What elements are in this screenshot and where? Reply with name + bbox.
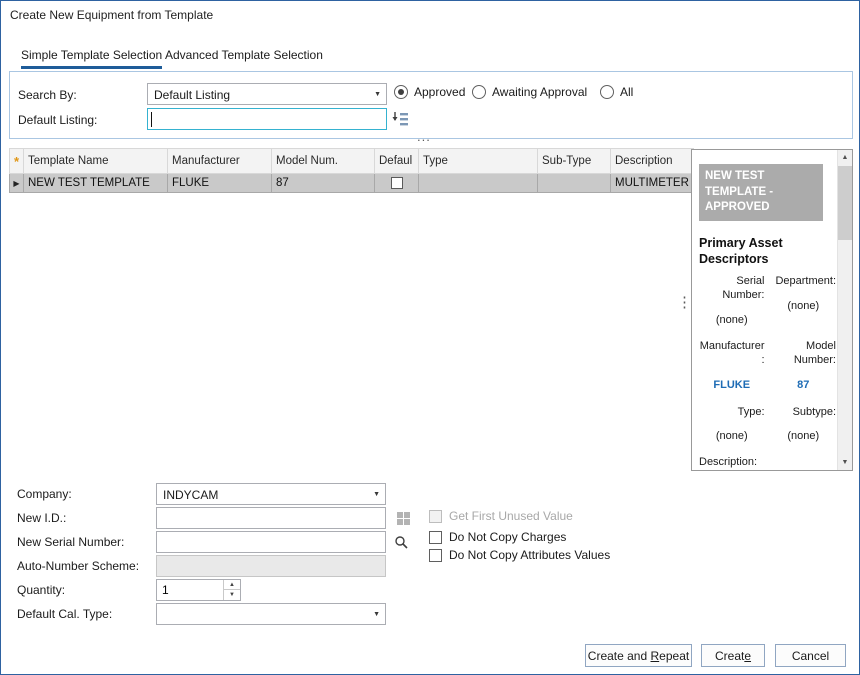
quantity-input[interactable] [157,580,221,600]
detail-field-type: Type: (none) [699,406,765,445]
detail-field-manufacturer: Manufacturer: FLUKE [699,340,765,392]
detail-content: NEW TEST TEMPLATE - APPROVED Primary Ass… [692,150,839,470]
detail-scrollbar[interactable]: ▲ ▼ [837,150,852,470]
auto-number-scheme-input [156,555,386,577]
template-detail-panel: NEW TEST TEMPLATE - APPROVED Primary Ass… [691,149,853,471]
magnifier-glyph [394,535,409,550]
scroll-up-icon[interactable]: ▲ [838,150,852,165]
radio-icon [394,85,408,99]
col-sub-type[interactable]: Sub-Type [538,149,611,174]
radio-all[interactable]: All [600,85,633,99]
company-value: INDYCAM [163,488,218,502]
id-scheme-grid-icon[interactable] [393,508,413,528]
grid-row-selected[interactable]: ▶ NEW TEST TEMPLATE FLUKE 87 MULTIMETER [10,174,694,193]
checkbox-icon [429,531,442,544]
default-cal-type-dropdown[interactable]: ▼ [156,603,386,625]
cell-description[interactable]: MULTIMETER [611,174,694,193]
chevron-down-icon: ▼ [373,491,380,498]
radio-approved[interactable]: Approved [394,85,465,99]
search-panel: Search By: Default Listing ▼ Approved Aw… [9,71,853,139]
col-model-num[interactable]: Model Num. [272,149,375,174]
default-cal-type-label: Default Cal. Type: [17,607,112,621]
primary-asset-descriptors-title: Primary Asset Descriptors [699,235,836,268]
checkbox-do-not-copy-charges[interactable]: Do Not Copy Charges [429,530,566,544]
radio-awaiting-approval[interactable]: Awaiting Approval [472,85,587,99]
new-serial-number-label: New Serial Number: [17,535,124,549]
cell-template-name[interactable]: NEW TEST TEMPLATE [24,174,168,193]
vertical-splitter[interactable]: ⋮ [677,295,692,310]
search-by-dropdown[interactable]: Default Listing ▼ [147,83,387,105]
grid-header-row: * Template Name Manufacturer Model Num. … [10,149,694,174]
checkbox-icon [429,549,442,562]
titlebar[interactable]: Create New Equipment from Template [1,1,859,29]
magnifier-icon[interactable] [391,532,411,552]
cell-sub-type[interactable] [538,174,611,193]
horizontal-splitter[interactable]: ... [417,129,431,144]
create-equipment-dialog: Create New Equipment from Template Simpl… [0,0,860,675]
radio-icon [600,85,614,99]
col-type[interactable]: Type [419,149,538,174]
default-checkbox[interactable] [391,177,403,189]
scroll-down-icon[interactable]: ▼ [838,455,852,470]
radio-approved-label: Approved [414,85,465,99]
spin-buttons: ▲ ▼ [223,580,240,600]
detail-field-description: Description: MULTIMETER [699,456,836,470]
checkbox-get-first-unused-value: Get First Unused Value [429,509,573,523]
descriptor-fields: Serial Number: (none) Department: (none)… [699,275,836,444]
company-dropdown[interactable]: INDYCAM ▼ [156,483,386,505]
auto-number-scheme-label: Auto-Number Scheme: [17,559,139,573]
checkbox-do-not-copy-attributes[interactable]: Do Not Copy Attributes Values [429,548,610,562]
new-id-label: New I.D.: [17,511,66,525]
search-by-value: Default Listing [154,88,230,102]
detail-field-model-number: Model Number: 87 [771,340,837,392]
row-marker-icon: ▶ [10,174,24,193]
col-default[interactable]: Defaul [375,149,419,174]
chevron-down-icon: ▼ [373,611,380,618]
detail-field-subtype: Subtype: (none) [771,406,837,445]
cell-manufacturer[interactable]: FLUKE [168,174,272,193]
listing-picker-icon[interactable] [391,109,411,129]
quantity-label: Quantity: [17,583,65,597]
cancel-button[interactable]: Cancel [775,644,846,667]
col-manufacturer[interactable]: Manufacturer [168,149,272,174]
search-by-label: Search By: [18,88,77,102]
detail-field-serial-number: Serial Number: (none) [699,275,765,327]
default-listing-label: Default Listing: [18,113,97,127]
create-and-repeat-button[interactable]: Create and Repeat [585,644,692,667]
new-row-indicator-icon: * [10,149,24,174]
window-title: Create New Equipment from Template [10,8,213,22]
radio-awaiting-approval-label: Awaiting Approval [492,85,587,99]
radio-all-label: All [620,85,633,99]
radio-icon [472,85,486,99]
checkbox-icon [429,510,442,523]
tab-advanced-template-selection[interactable]: Advanced Template Selection [165,48,323,69]
template-status-header: NEW TEST TEMPLATE - APPROVED [699,164,823,221]
default-listing-input[interactable] [147,108,387,130]
template-grid: * Template Name Manufacturer Model Num. … [9,148,694,193]
create-button[interactable]: Create [701,644,765,667]
chevron-down-icon: ▼ [374,91,381,98]
cell-type[interactable] [419,174,538,193]
detail-field-department: Department: (none) [771,275,837,327]
tab-simple-template-selection[interactable]: Simple Template Selection [21,48,162,69]
col-template-name[interactable]: Template Name [24,149,168,174]
cell-default[interactable] [375,174,419,193]
cell-model-num[interactable]: 87 [272,174,375,193]
quantity-stepper[interactable]: ▲ ▼ [156,579,241,601]
text-caret [151,112,152,127]
col-description[interactable]: Description [611,149,694,174]
spin-up-icon[interactable]: ▲ [224,580,240,590]
spin-down-icon[interactable]: ▼ [224,590,240,600]
new-serial-number-input[interactable] [156,531,386,553]
listing-picker-glyph [392,110,410,128]
company-label: Company: [17,487,72,501]
scrollbar-thumb[interactable] [838,166,852,240]
new-id-input[interactable] [156,507,386,529]
grid-glyph [396,511,411,526]
